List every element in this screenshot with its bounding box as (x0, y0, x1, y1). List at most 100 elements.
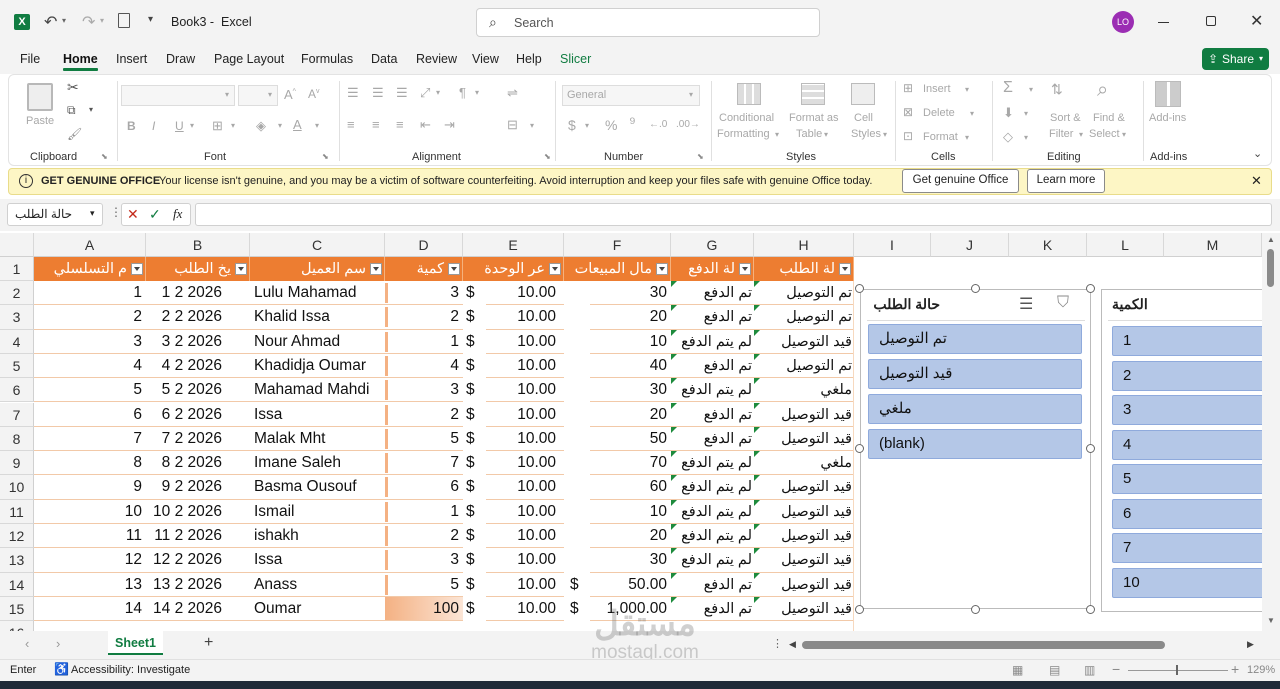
customize-toolbar-icon[interactable]: ▾ (148, 14, 153, 25)
cell-payment[interactable]: تم الدفع (671, 402, 754, 427)
cell-currency[interactable]: $ (466, 378, 486, 402)
cell-currency[interactable] (570, 524, 590, 548)
slicer-item[interactable]: 4 (1112, 430, 1262, 460)
cell-qty[interactable]: 3 (385, 378, 463, 403)
sort-filter-label-1[interactable]: Sort & (1050, 112, 1081, 124)
cell-name[interactable]: Khadidja Oumar (250, 354, 385, 379)
cell-qty[interactable]: 1 (385, 330, 463, 354)
row-header[interactable]: 5 (0, 353, 34, 379)
cell-name[interactable]: Issa (250, 548, 385, 573)
cell-price[interactable]: 10.00 (486, 548, 564, 573)
addins-label[interactable]: Add-ins (1149, 112, 1186, 124)
cell-date[interactable]: 2 2 2026 (146, 305, 250, 330)
cell-currency[interactable] (570, 305, 590, 329)
cell-currency[interactable]: $ (466, 451, 486, 475)
row-header[interactable]: 6 (0, 378, 34, 403)
cell-name[interactable]: Lulu Mahamad (250, 281, 385, 306)
cell-currency[interactable]: $ (466, 281, 486, 305)
user-avatar[interactable]: LO (1112, 11, 1134, 33)
cut-icon[interactable]: ✂ (67, 79, 79, 96)
font-color-icon[interactable]: A (293, 117, 302, 132)
cell-name[interactable]: Ismail (250, 500, 385, 524)
cell-seq[interactable]: 8 (34, 451, 146, 476)
cell-currency[interactable] (570, 378, 590, 402)
column-header-k[interactable]: K (1009, 233, 1087, 257)
cell-currency[interactable] (570, 330, 590, 354)
cell-name[interactable]: Issa (250, 403, 385, 427)
sort-filter-icon[interactable]: ⇅ (1051, 81, 1063, 98)
close-window-icon[interactable]: ✕ (1250, 11, 1263, 31)
slicer-item[interactable]: 1 (1112, 326, 1262, 356)
cell-qty[interactable]: 3 (385, 281, 463, 306)
cell-currency[interactable]: $ (466, 524, 486, 548)
resize-handle[interactable] (1086, 444, 1095, 453)
find-select-icon[interactable]: ⌕ (1097, 79, 1108, 102)
cell-status[interactable]: قيد التوصيل (754, 402, 854, 427)
resize-handle[interactable] (855, 444, 864, 453)
format-as-table-label-2[interactable]: Table (796, 128, 822, 140)
zoom-out-icon[interactable]: − (1112, 661, 1120, 677)
resize-handle[interactable] (855, 284, 864, 293)
cell-seq[interactable]: 7 (34, 427, 146, 452)
cell-total[interactable]: 50.00 (590, 573, 671, 597)
number-launcher-icon[interactable]: ⬊ (697, 152, 704, 161)
cell-qty[interactable]: 100 (385, 596, 463, 622)
cell-styles-dropdown-icon[interactable]: ▾ (883, 130, 887, 139)
cell-status[interactable]: قيد التوصيل (754, 475, 854, 500)
row-header[interactable]: 8 (0, 426, 34, 452)
search-box[interactable]: ⌕ Search (476, 8, 820, 37)
zoom-level[interactable]: 129% (1247, 664, 1275, 676)
cell-seq[interactable]: 14 (34, 597, 146, 622)
cell-currency[interactable]: $ (466, 500, 486, 524)
tab-review[interactable]: Review (416, 52, 457, 66)
confirm-entry-icon[interactable]: ✓ (149, 206, 161, 223)
tab-help[interactable]: Help (516, 52, 542, 66)
next-sheet-icon[interactable]: › (56, 636, 60, 651)
cell-status[interactable]: قيد التوصيل (754, 572, 854, 597)
cell-currency[interactable]: $ (466, 597, 486, 621)
decrease-decimal-icon[interactable]: .00→ (676, 119, 700, 130)
cell-currency[interactable] (570, 354, 590, 378)
slicer-item[interactable]: 3 (1112, 395, 1262, 425)
column-header-m[interactable]: M (1164, 233, 1262, 257)
row-header[interactable]: 9 (0, 451, 34, 476)
slicer-item[interactable]: قيد التوصيل (868, 359, 1082, 389)
cell-payment[interactable]: تم الدفع (671, 353, 754, 379)
row-header[interactable]: 16 (0, 621, 34, 631)
cell-name[interactable]: Mahamad Mahdi (250, 378, 385, 403)
increase-indent-icon[interactable]: ⇥ (444, 117, 455, 133)
text-direction-icon[interactable]: ¶ (459, 85, 466, 100)
cell-seq[interactable]: 5 (34, 378, 146, 403)
select-all-corner[interactable] (0, 233, 34, 257)
cell-date[interactable]: 6 2 2026 (146, 403, 250, 427)
cell-payment[interactable]: لم يتم الدفع (671, 378, 754, 403)
find-select-dropdown-icon[interactable]: ▾ (1122, 130, 1126, 139)
column-header-f[interactable]: F (564, 233, 671, 257)
font-color-dropdown-icon[interactable]: ▾ (315, 121, 319, 130)
filter-dropdown-icon[interactable] (448, 263, 460, 275)
cell-date[interactable]: 7 2 2026 (146, 427, 250, 452)
new-document-icon[interactable] (118, 13, 130, 28)
cell-currency[interactable] (570, 403, 590, 427)
scroll-down-icon[interactable]: ▼ (1267, 616, 1275, 625)
cell-price[interactable]: 10.00 (486, 475, 564, 500)
resize-handle[interactable] (1086, 284, 1095, 293)
cell-total[interactable]: 30 (590, 378, 671, 403)
cell-total[interactable]: 50 (590, 427, 671, 452)
row-header[interactable]: 7 (0, 402, 34, 427)
cell-status[interactable]: تم التوصيل (754, 305, 854, 330)
comma-style-icon[interactable]: ⁹ (629, 115, 636, 133)
cell-price[interactable]: 10.00 (486, 378, 564, 403)
cell-currency[interactable]: $ (466, 403, 486, 427)
underline-dropdown-icon[interactable]: ▾ (190, 121, 194, 130)
filter-dropdown-icon[interactable] (235, 263, 247, 275)
cell-currency[interactable] (570, 281, 590, 305)
number-format-select[interactable]: General ▾ (562, 85, 700, 106)
decrease-indent-icon[interactable]: ⇤ (420, 117, 431, 133)
insert-cells-label[interactable]: Insert (923, 83, 951, 95)
align-bottom-icon[interactable]: ☰ (396, 85, 408, 101)
name-box[interactable]: حالة الطلب ▾ (7, 203, 103, 226)
restore-icon[interactable] (1206, 16, 1216, 26)
cell-date[interactable]: 10 2 2026 (146, 500, 250, 524)
horizontal-scroll-thumb[interactable] (802, 641, 1165, 649)
